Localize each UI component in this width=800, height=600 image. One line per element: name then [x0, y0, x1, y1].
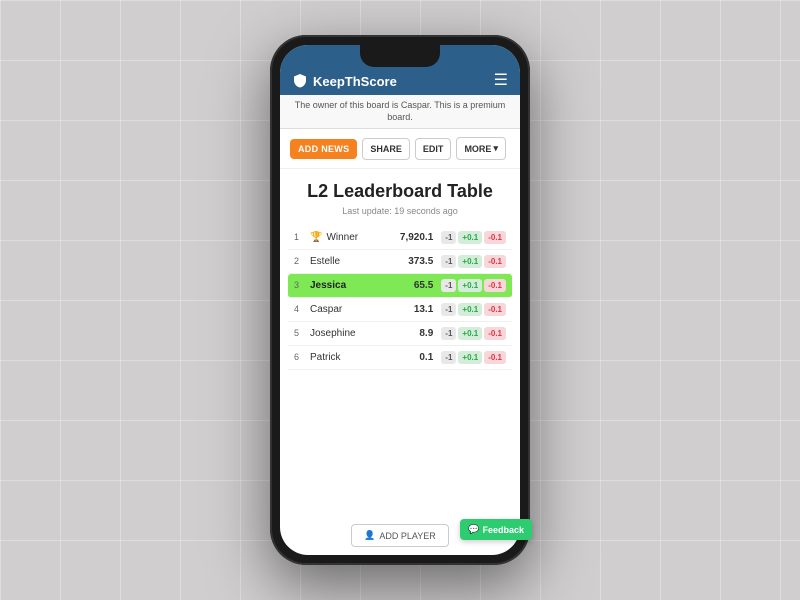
chevron-down-icon: ▾ [493, 143, 498, 154]
plus-point-one-button[interactable]: +0.1 [458, 351, 482, 364]
feedback-button[interactable]: 💬 Feedback [460, 519, 532, 540]
player-name: Estelle [310, 256, 404, 267]
table-row: 5 Josephine 8.9 -1 +0.1 -0.1 [288, 322, 512, 346]
minus-one-button[interactable]: -1 [441, 231, 456, 244]
action-row: ADD NEWS SHARE EDIT MORE ▾ [280, 129, 520, 169]
player-score: 65.5 [414, 280, 433, 291]
player-rank: 6 [294, 352, 306, 362]
plus-point-one-button[interactable]: +0.1 [458, 327, 482, 340]
brand-name: KeepThScore [313, 74, 397, 89]
player-score: 373.5 [408, 256, 433, 267]
player-rank: 3 [294, 280, 306, 290]
player-rank: 1 [294, 232, 306, 242]
feedback-icon: 💬 [468, 524, 479, 535]
player-name: Caspar [310, 304, 410, 315]
minus-point-one-button[interactable]: -0.1 [484, 303, 506, 316]
more-button[interactable]: MORE ▾ [456, 137, 506, 160]
minus-point-one-button[interactable]: -0.1 [484, 231, 506, 244]
minus-point-one-button[interactable]: -0.1 [484, 255, 506, 268]
table-row: 3 Jessica 65.5 -1 +0.1 -0.1 [288, 274, 512, 298]
title-area: L2 Leaderboard Table Last update: 19 sec… [280, 169, 520, 226]
player-name: Josephine [310, 328, 415, 339]
minus-one-button[interactable]: -1 [441, 303, 456, 316]
player-rank: 5 [294, 328, 306, 338]
score-buttons: -1 +0.1 -0.1 [441, 255, 506, 268]
score-buttons: -1 +0.1 -0.1 [441, 327, 506, 340]
player-rank: 2 [294, 256, 306, 266]
brand: KeepThScore [292, 73, 397, 89]
score-buttons: -1 +0.1 -0.1 [441, 231, 506, 244]
add-player-button[interactable]: 👤 ADD PLAYER [351, 524, 449, 547]
shield-icon [292, 73, 308, 89]
minus-point-one-button[interactable]: -0.1 [484, 351, 506, 364]
plus-point-one-button[interactable]: +0.1 [458, 303, 482, 316]
leaderboard: 1 🏆 Winner 7,920.1 -1 +0.1 -0.1 2 Estell… [280, 226, 520, 516]
plus-point-one-button[interactable]: +0.1 [458, 231, 482, 244]
add-player-icon: 👤 [364, 530, 375, 541]
player-name: Jessica [310, 280, 410, 291]
player-score: 8.9 [419, 328, 433, 339]
plus-point-one-button[interactable]: +0.1 [458, 279, 482, 292]
score-buttons: -1 +0.1 -0.1 [441, 303, 506, 316]
minus-one-button[interactable]: -1 [441, 327, 456, 340]
minus-point-one-button[interactable]: -0.1 [484, 279, 506, 292]
premium-notice: The owner of this board is Caspar. This … [280, 95, 520, 129]
player-name: Patrick [310, 352, 415, 363]
score-buttons: -1 +0.1 -0.1 [441, 279, 506, 292]
phone-device: KeepThScore ☰ The owner of this board is… [270, 35, 530, 565]
edit-button[interactable]: EDIT [415, 138, 452, 160]
phone-screen: KeepThScore ☰ The owner of this board is… [280, 45, 520, 555]
last-update: Last update: 19 seconds ago [290, 206, 510, 216]
plus-point-one-button[interactable]: +0.1 [458, 255, 482, 268]
add-news-button[interactable]: ADD NEWS [290, 139, 357, 159]
table-row: 6 Patrick 0.1 -1 +0.1 -0.1 [288, 346, 512, 370]
minus-point-one-button[interactable]: -0.1 [484, 327, 506, 340]
share-button[interactable]: SHARE [362, 138, 410, 160]
table-row: 4 Caspar 13.1 -1 +0.1 -0.1 [288, 298, 512, 322]
phone-notch [360, 45, 440, 67]
board-title: L2 Leaderboard Table [290, 181, 510, 203]
table-row: 2 Estelle 373.5 -1 +0.1 -0.1 [288, 250, 512, 274]
trophy-icon: 🏆 [310, 232, 322, 243]
player-rank: 4 [294, 304, 306, 314]
minus-one-button[interactable]: -1 [441, 351, 456, 364]
minus-one-button[interactable]: -1 [441, 255, 456, 268]
hamburger-icon[interactable]: ☰ [494, 73, 508, 89]
table-row: 1 🏆 Winner 7,920.1 -1 +0.1 -0.1 [288, 226, 512, 250]
score-buttons: -1 +0.1 -0.1 [441, 351, 506, 364]
minus-one-button[interactable]: -1 [441, 279, 456, 292]
player-score: 13.1 [414, 304, 433, 315]
player-score: 0.1 [419, 352, 433, 363]
player-score: 7,920.1 [400, 232, 433, 243]
player-name: Winner [326, 232, 395, 243]
